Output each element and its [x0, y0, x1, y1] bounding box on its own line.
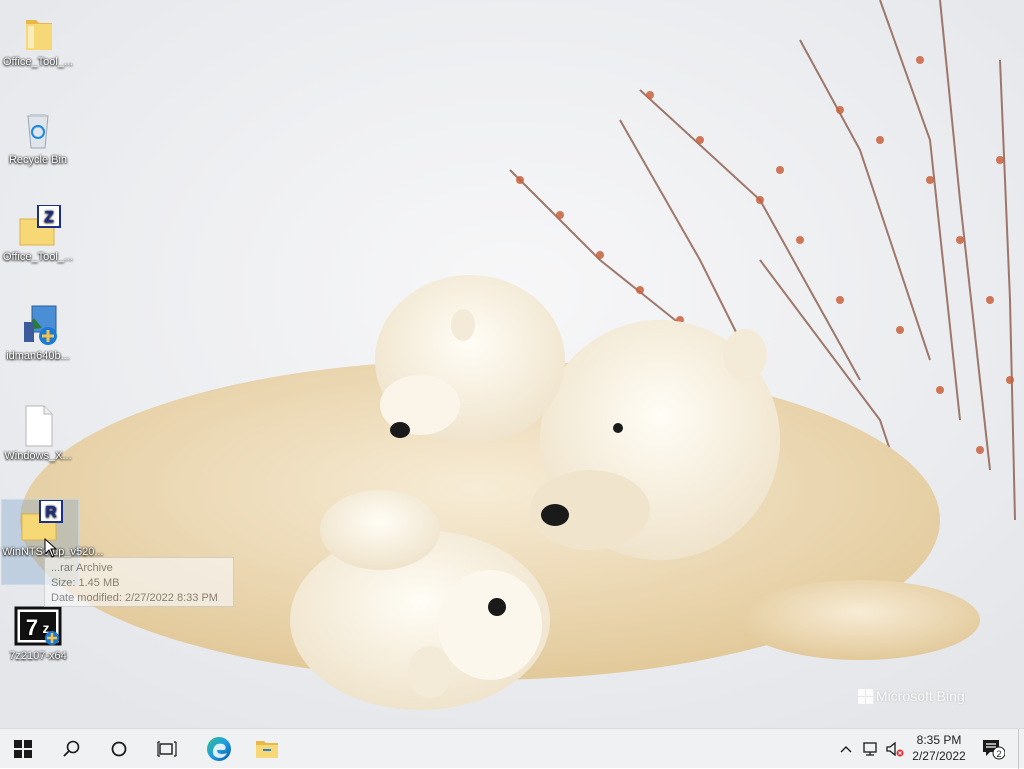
7zip-installer-icon: 7 z [14, 604, 62, 648]
wallpaper-image [0, 0, 1024, 728]
desktop-icon-label: Windows_X... [4, 450, 72, 462]
svg-text:Z: Z [44, 209, 54, 226]
tooltip-size: Size: 1.45 MB [51, 577, 120, 589]
start-icon [14, 740, 32, 758]
cortana-icon [111, 741, 127, 757]
mouse-cursor-icon [44, 538, 58, 558]
task-view-button[interactable] [144, 729, 190, 769]
desktop-icon-office-tool-folder[interactable]: Office_Tool_... [0, 10, 76, 69]
desktop-icon-label: 7z2107-x64 [9, 650, 67, 662]
notification-icon: 2 [983, 740, 1005, 760]
desktop-icon-7zip[interactable]: 7 z 7z2107-x64 [0, 604, 76, 663]
folder-icon [18, 10, 58, 54]
recycle-bin-icon [18, 108, 58, 152]
search-button[interactable] [48, 729, 94, 769]
file-explorer-icon [256, 741, 278, 758]
task-view-icon [157, 741, 177, 757]
desktop-icon-office-tool-zip[interactable]: Z Office_Tool_... [0, 204, 76, 264]
desktop-icon-windows-x[interactable]: Windows_X... [0, 404, 76, 463]
edge-taskbar-button[interactable] [196, 729, 242, 769]
clock-time: 8:35 PM [916, 733, 962, 747]
file-icon [18, 404, 58, 448]
desktop-icon-recycle-bin[interactable]: Recycle Bin [0, 108, 76, 167]
desktop-icon-label: Office_Tool_... [2, 56, 74, 68]
show-hidden-icons-button[interactable] [836, 729, 856, 769]
bing-watermark: Microsoft Bing [858, 688, 965, 704]
installer-icon [18, 304, 58, 348]
search-icon [63, 740, 80, 757]
chevron-up-icon [840, 746, 852, 753]
action-center-button[interactable]: 2 [978, 729, 1008, 769]
desktop[interactable]: Microsoft Bing Office_Tool_... Recycle B… [0, 0, 1024, 728]
bing-logo-icon [858, 689, 873, 704]
zip-archive-icon: Z [18, 204, 61, 249]
cortana-button[interactable] [96, 729, 142, 769]
notification-count: 2 [996, 749, 1001, 759]
desktop-icon-label: idman640b... [6, 350, 70, 362]
svg-text:7: 7 [26, 615, 38, 640]
network-icon [863, 742, 877, 756]
tooltip-type: ...rar Archive [51, 562, 113, 574]
desktop-icon-label: Office_Tool_... [2, 251, 74, 263]
tooltip-date: Date modified: 2/27/2022 8:33 PM [51, 592, 218, 604]
taskbar: 8:35 PM 2/27/2022 2 [0, 728, 1024, 769]
desktop-icon-idman[interactable]: idman640b... [0, 304, 76, 363]
edge-icon [207, 737, 231, 761]
file-tooltip: ...rar Archive Size: 1.45 MB Date modifi… [44, 557, 234, 607]
svg-text:R: R [45, 504, 57, 521]
file-explorer-taskbar-button[interactable] [244, 729, 290, 769]
desktop-icon-label: Recycle Bin [8, 154, 68, 166]
show-desktop-button[interactable] [1018, 729, 1024, 769]
start-button[interactable] [0, 729, 46, 769]
bing-watermark-text: Microsoft Bing [876, 688, 965, 704]
taskbar-clock[interactable]: 8:35 PM 2/27/2022 [900, 732, 978, 764]
clock-date: 2/27/2022 [912, 749, 966, 763]
network-button[interactable] [860, 729, 882, 769]
